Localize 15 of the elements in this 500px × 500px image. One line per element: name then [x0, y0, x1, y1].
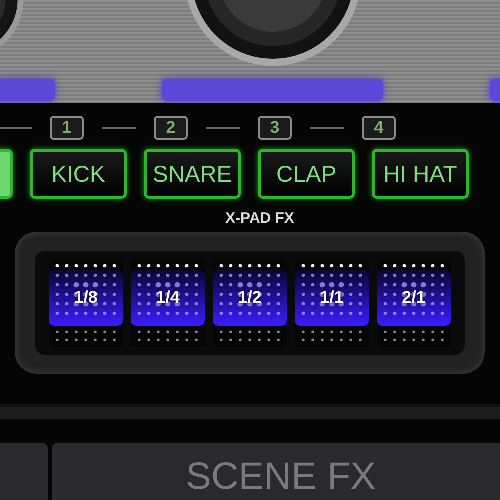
fx-pad[interactable]: 1/2: [213, 259, 287, 347]
pad-number: 4: [362, 116, 396, 140]
sound-pad[interactable]: HI HAT: [372, 149, 469, 199]
pad-number: 1: [50, 116, 84, 140]
panel-title: SCENE FX: [184, 457, 376, 497]
pad-number: 3: [258, 116, 292, 140]
sound-pad[interactable]: KICK: [30, 149, 127, 199]
fx-pad[interactable]: 2/1: [377, 259, 451, 347]
fx-pad[interactable]: 1/4: [131, 259, 205, 347]
fx-pad[interactable]: 1/8: [49, 259, 123, 347]
fx-pad[interactable]: 1/1: [295, 259, 369, 347]
sound-pad[interactable]: CLAP: [258, 149, 355, 199]
sound-pad[interactable]: SNARE: [144, 149, 241, 199]
section-title: X-PAD FX: [224, 210, 296, 227]
pad-number: 2: [154, 116, 188, 140]
